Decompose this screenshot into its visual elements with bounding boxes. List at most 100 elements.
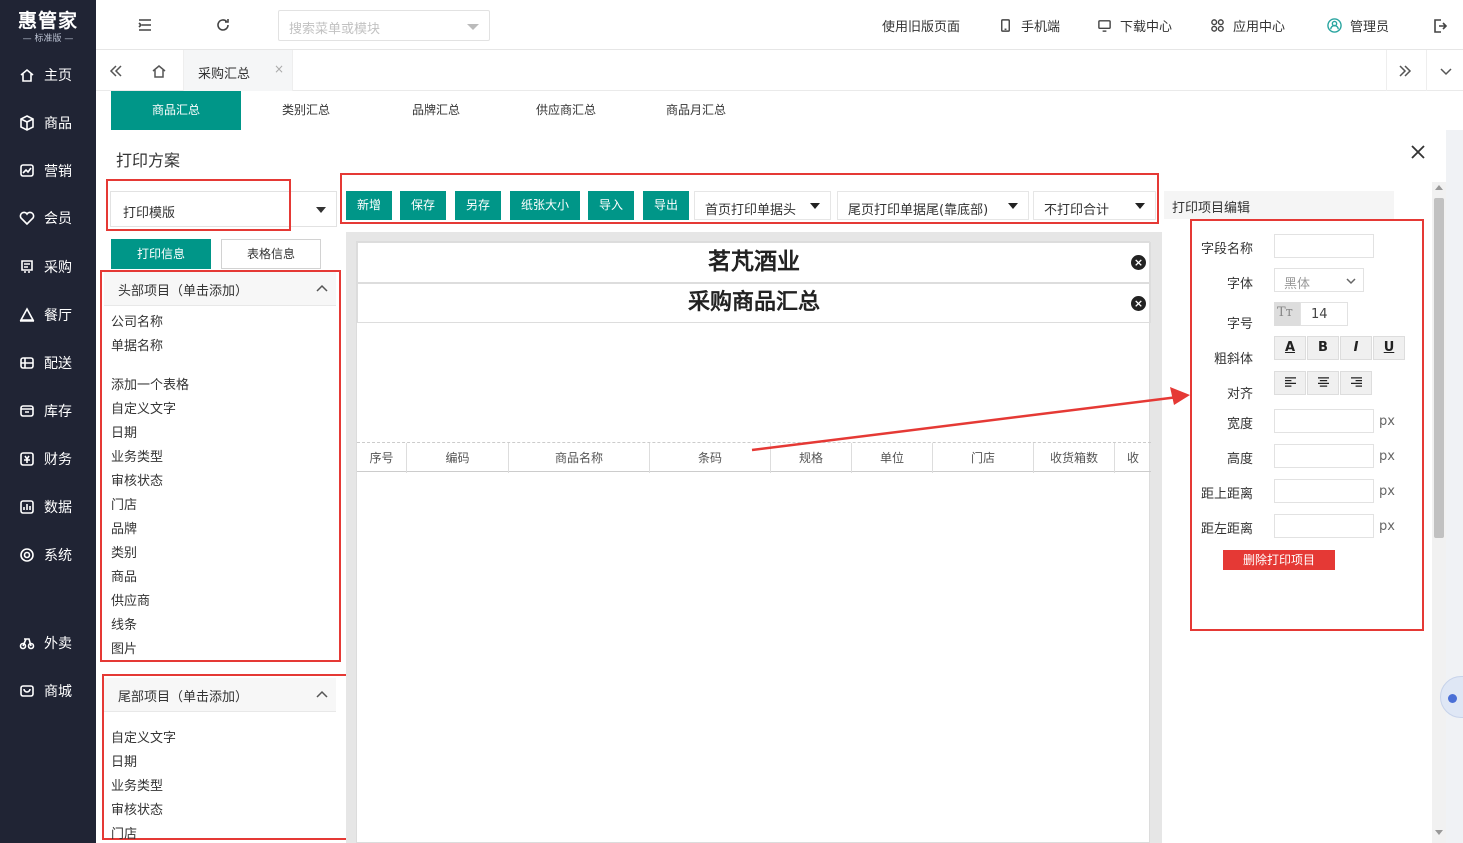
remove-item-icon[interactable]: × [1131,296,1146,311]
footer-field-item[interactable]: 门店 [111,823,137,842]
sidebar-item-label: 餐厅 [44,308,72,324]
tabs-scroll-right-icon[interactable] [1386,50,1423,91]
sidebar-item-8[interactable]: 财务 [0,439,96,479]
toolbar-dropdown-2[interactable]: 不打印合计 [1033,191,1156,220]
table-column-header[interactable]: 商品名称 [509,443,650,473]
annotation-arrow [751,387,1190,452]
table-info-tab[interactable]: 表格信息 [221,239,321,269]
tabs-scroll-left-icon[interactable] [96,50,136,91]
top-link-1[interactable]: 手机端 [998,16,1060,35]
apps-icon [1211,19,1224,32]
header-field-item[interactable]: 图片 [111,638,137,657]
sidebar-item-9[interactable]: 数据 [0,487,96,527]
header-field-item[interactable]: 品牌 [111,518,137,537]
top-link-3[interactable]: 应用中心 [1210,16,1285,35]
close-icon[interactable] [1410,144,1432,166]
toolbar-dropdown-1[interactable]: 尾页打印单据尾(靠底部) [837,191,1029,220]
subtab-2[interactable]: 品牌汇总 [371,91,501,130]
sidebar-item-11[interactable]: 外卖 [0,623,96,663]
top-link-2[interactable]: 下载中心 [1097,16,1172,35]
print-canvas[interactable]: 茗芃酒业 × 采购商品汇总 × 序号 编码 商品名称 条码 规格 单位 门店 收货箱数收 [356,241,1151,843]
top-link-4[interactable]: 管理员 [1327,16,1389,35]
dropdown-value: 首页打印单据头 [705,203,797,218]
sidebar-item-2[interactable]: 营销 [0,151,96,191]
highlight-box [106,179,291,231]
sidebar-item-label: 主页 [44,68,72,84]
item-editor-title: 打印项目编辑 [1172,201,1251,216]
chevron-down-icon [1008,203,1018,209]
table-column-header[interactable]: 编码 [407,443,509,473]
sidebar-item-7[interactable]: 库存 [0,391,96,431]
scroll-down-icon[interactable] [1435,830,1443,835]
toolbar-button-3[interactable]: 纸张大小 [510,191,580,220]
sidebar-item-5[interactable]: 餐厅 [0,295,96,335]
company-title: 茗芃酒业 [708,249,800,275]
toolbar-button-4[interactable]: 导入 [588,191,634,220]
modal-title: 打印方案 [116,151,181,170]
subtab-3[interactable]: 供应商汇总 [501,91,631,130]
scrollbar-thumb[interactable] [1434,198,1444,538]
subtab-0[interactable]: 商品汇总 [111,91,241,130]
sidebar-item-3[interactable]: 会员 [0,198,96,238]
header-field-item[interactable]: 公司名称 [111,311,163,330]
menu-search-input[interactable]: 搜索菜单或模块 [278,10,490,41]
header-field-item[interactable]: 线条 [111,614,137,633]
header-field-item[interactable]: 类别 [111,542,137,561]
sidebar-item-6[interactable]: 配送 [0,343,96,383]
footer-field-item[interactable]: 业务类型 [111,775,163,794]
footer-field-item[interactable]: 日期 [111,751,137,770]
toolbar-button-5[interactable]: 导出 [643,191,689,220]
header-field-item[interactable]: 添加一个表格 [111,374,189,393]
header-field-item[interactable]: 业务类型 [111,446,163,465]
home-tab-icon[interactable] [144,50,174,91]
sidebar-item-1[interactable]: 商品 [0,103,96,143]
menu-toggle-icon[interactable] [137,17,153,37]
table-column-header[interactable]: 序号 [357,443,407,473]
company-title-item[interactable]: 茗芃酒业 × [357,242,1151,283]
sidebar-item-label: 系统 [44,548,72,564]
dropdown-value: 不打印合计 [1044,203,1110,218]
chart-icon [18,162,36,180]
sidebar-item-10[interactable]: 系统 [0,535,96,575]
sidebar-item-12[interactable]: 商城 [0,671,96,711]
tabs-menu-chevron-icon[interactable] [1426,50,1463,91]
search-placeholder: 搜索菜单或模块 [289,22,381,37]
header-field-item[interactable]: 单据名称 [111,335,163,354]
print-info-tab[interactable]: 打印信息 [111,239,211,269]
triangle-icon [18,306,36,324]
sidebar-item-label: 数据 [44,500,72,516]
tab-purchase-summary[interactable]: 采购汇总 × [183,50,293,91]
subtab-4[interactable]: 商品月汇总 [631,91,761,130]
header-field-item[interactable]: 供应商 [111,590,150,609]
sidebar-item-label: 会员 [44,211,72,227]
refresh-icon[interactable] [215,17,231,37]
header-field-item[interactable]: 审核状态 [111,470,163,489]
logout-icon[interactable] [1432,18,1448,38]
cart-icon [18,258,36,276]
top-link-label: 使用旧版页面 [882,20,961,35]
toolbar-button-0[interactable]: 新增 [346,191,392,220]
scroll-up-icon[interactable] [1435,185,1443,190]
toolbar-dropdown-0[interactable]: 首页打印单据头 [694,191,831,220]
header-field-item[interactable]: 自定义文字 [111,398,176,417]
remove-item-icon[interactable]: × [1131,255,1146,270]
subtab-1[interactable]: 类别汇总 [241,91,371,130]
top-link-0[interactable]: 使用旧版页面 [882,16,960,35]
sidebar-item-4[interactable]: 采购 [0,247,96,287]
close-tab-icon[interactable]: × [274,62,284,76]
sidebar-item-0[interactable]: 主页 [0,55,96,95]
settings-icon [18,546,36,564]
delivery-icon [18,634,36,652]
document-title-item[interactable]: 采购商品汇总 × [357,283,1151,323]
highlight-box [1190,219,1424,631]
header-field-item[interactable]: 日期 [111,422,137,441]
header-field-item[interactable]: 商品 [111,566,137,585]
footer-field-item[interactable]: 审核状态 [111,799,163,818]
header-field-item[interactable]: 门店 [111,494,137,513]
toolbar-button-1[interactable]: 保存 [400,191,446,220]
toolbar-button-2[interactable]: 另存 [455,191,501,220]
sidebar-item-label: 商城 [44,684,72,700]
brand-edition: — 标准版 — [22,34,74,44]
footer-field-item[interactable]: 自定义文字 [111,727,176,746]
brand-logo[interactable]: 惠管家 — 标准版 — [0,0,96,50]
